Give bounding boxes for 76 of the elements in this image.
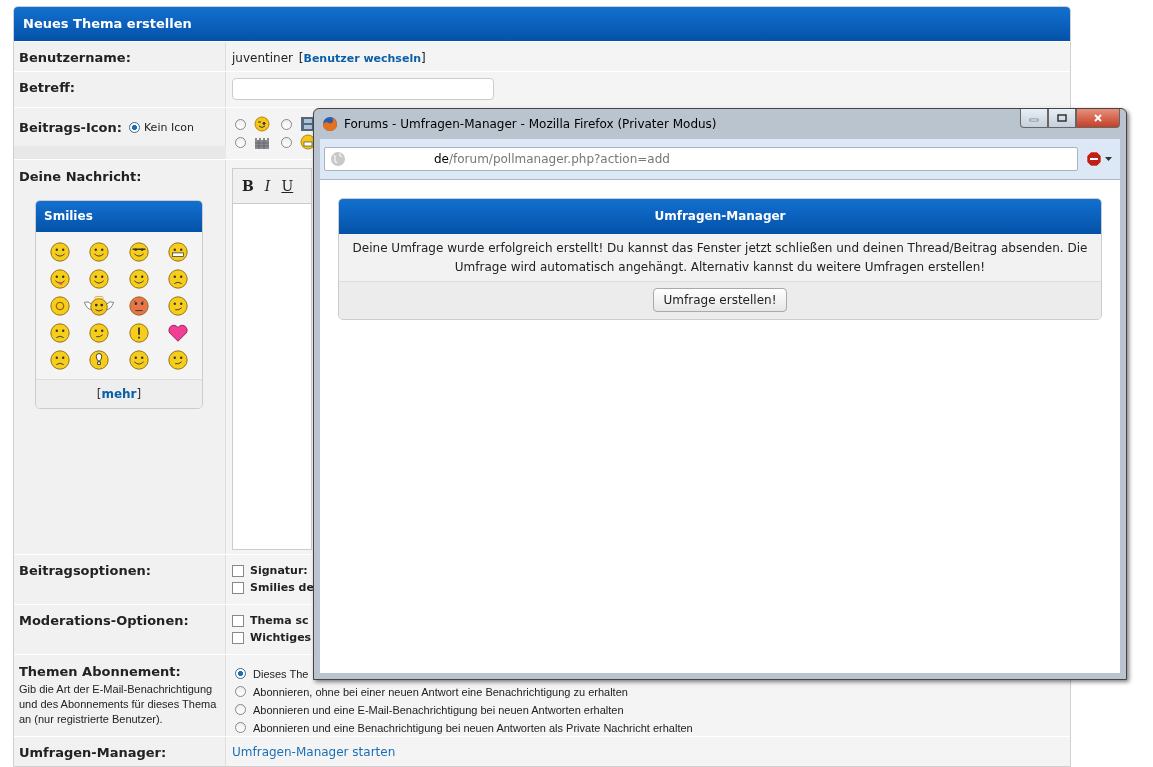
message-editor[interactable]: B I U — [232, 168, 312, 550]
poll-manager-link[interactable]: Umfragen-Manager starten — [232, 745, 396, 759]
smiley-icon[interactable] — [88, 240, 111, 263]
maximize-icon — [1057, 114, 1067, 122]
smiley-icon[interactable] — [88, 348, 111, 371]
checkbox[interactable] — [232, 581, 244, 594]
checkbox[interactable] — [232, 564, 244, 577]
smiley-icon[interactable] — [127, 321, 150, 344]
switch-user-link[interactable]: Benutzer wechseln — [303, 52, 421, 65]
smiley-icon[interactable] — [48, 240, 71, 263]
option-label: Thema sc — [250, 614, 309, 627]
field-label: Moderations-Optionen: — [19, 613, 189, 628]
url-path: /forum/pollmanager.php?action=add — [449, 152, 670, 166]
field-label: Umfragen-Manager: — [19, 745, 167, 760]
no-icon-label: Kein Icon — [143, 120, 194, 134]
smiley-icon[interactable] — [167, 267, 190, 290]
option-label: Smilies de — [250, 581, 314, 594]
close-button[interactable] — [1076, 109, 1120, 128]
radio-button[interactable] — [128, 121, 140, 133]
smiley-icon[interactable] — [127, 240, 150, 263]
close-icon — [1093, 114, 1103, 122]
smilies-title: Smilies — [36, 201, 202, 232]
smiley-icon[interactable] — [167, 240, 190, 263]
globe-icon — [330, 151, 346, 167]
more-link[interactable]: mehr — [101, 387, 137, 401]
format-button[interactable]: I — [264, 178, 271, 194]
panel-title: Umfragen-Manager — [339, 199, 1101, 234]
minimize-button[interactable] — [1020, 109, 1048, 128]
smiley-icon[interactable] — [88, 267, 111, 290]
format-button[interactable]: U — [281, 178, 294, 194]
option-label: Abonnieren und eine Benachrichtigung bei neuen Antworten als Private Nachricht erhalten — [253, 721, 693, 734]
radio-button[interactable] — [235, 668, 246, 679]
username-text: juventiner — [232, 51, 293, 65]
radio-button[interactable] — [235, 722, 246, 733]
field-description: Gib die Art der E-Mail-Benachrichtigung und des Abonnements für dieses Thema an (nur registrierte Benutzer). — [19, 682, 218, 727]
url-domain: de — [434, 152, 449, 166]
radio-button[interactable] — [281, 118, 292, 130]
radio-button[interactable] — [235, 136, 246, 148]
create-poll-button[interactable]: Umfrage erstellen! — [652, 288, 788, 312]
option-label: Dieses The — [253, 667, 309, 680]
checkbox[interactable] — [232, 614, 244, 627]
field-label: Betreff: — [19, 80, 75, 95]
smiley-icon[interactable] — [48, 267, 71, 290]
radio-button[interactable] — [235, 686, 246, 697]
field-label: Themen Abonnement: — [19, 664, 181, 679]
checkbox[interactable] — [232, 631, 244, 644]
radio-button[interactable] — [235, 118, 246, 130]
wink-icon — [254, 116, 270, 132]
option-label: Abonnieren, ohne bei einer neuen Antwort eine Benachrichtigung zu erhalten — [253, 685, 628, 698]
bracket-text: [ — [298, 51, 304, 65]
smiley-icon[interactable] — [127, 294, 150, 317]
form-title: Neues Thema erstellen — [14, 7, 1070, 41]
smiley-icon[interactable] — [48, 321, 71, 344]
field-label: Beitragsoptionen: — [19, 563, 151, 578]
smiley-icon[interactable] — [127, 348, 150, 371]
option-label: Wichtiges — [250, 631, 312, 644]
firefox-icon — [322, 116, 338, 132]
option-label: Signatur: — [250, 564, 308, 577]
smiley-icon[interactable] — [48, 348, 71, 371]
field-label: Benutzername: — [19, 50, 131, 65]
bracket-text: ] — [136, 387, 142, 401]
format-button[interactable]: B — [242, 178, 254, 194]
field-label: Beitrags-Icon: — [19, 119, 122, 135]
bracket-text: ] — [421, 51, 426, 65]
radio-button[interactable] — [281, 136, 292, 148]
subject-field[interactable] — [232, 78, 494, 100]
address-bar[interactable]: de/forum/pollmanager.php?action=add — [324, 147, 1078, 171]
field-label: Deine Nachricht: — [19, 169, 142, 184]
maximize-button[interactable] — [1048, 109, 1076, 128]
window-title: Forums - Umfragen-Manager - Mozilla Firefox (Privater Modus) — [344, 117, 717, 131]
angel-smiley-icon[interactable] — [82, 294, 117, 317]
smiley-icon[interactable] — [127, 267, 150, 290]
adblock-button[interactable] — [1086, 151, 1114, 167]
radio-button[interactable] — [235, 704, 246, 715]
option-label: Abonnieren und eine E-Mail-Benachrichtigung bei neuen Antworten erhalten — [253, 703, 624, 716]
bracket-text: [ — [96, 387, 102, 401]
